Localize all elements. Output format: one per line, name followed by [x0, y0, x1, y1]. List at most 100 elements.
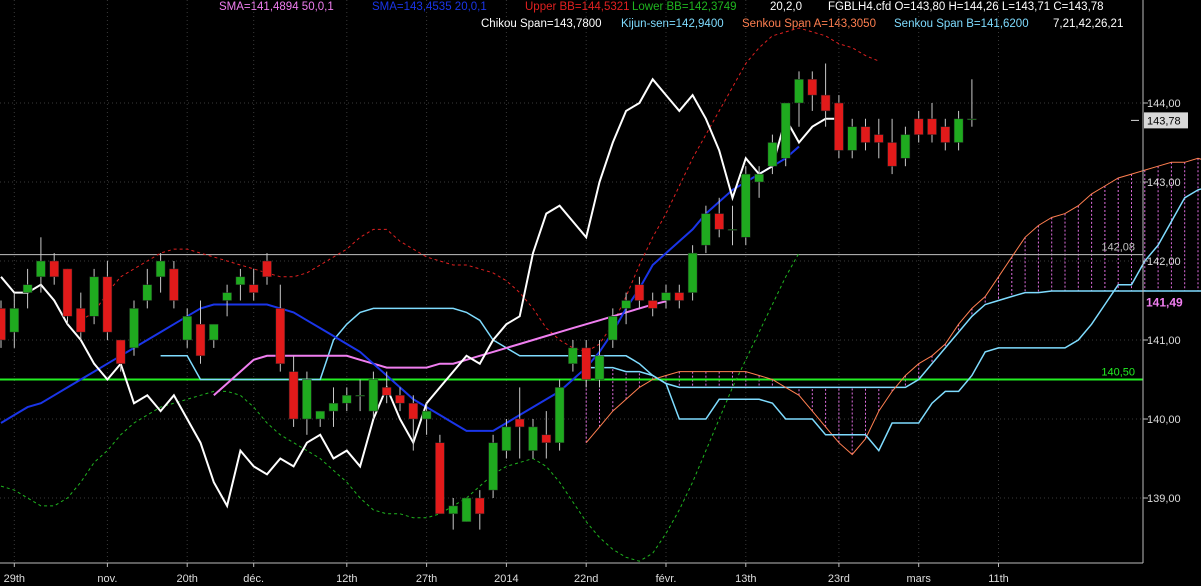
- x-tick-label: 23rd: [828, 573, 850, 585]
- candle-body: [315, 410, 325, 420]
- candle-body: [62, 268, 73, 317]
- y-tick-label: 142,00: [1147, 256, 1181, 268]
- candle-body: [820, 94, 831, 112]
- candle-body: [741, 173, 751, 238]
- price-chart[interactable]: 142,08 140,50 139,00 140,00 141,00 142,00 143…: [0, 0, 1201, 586]
- candle-body: [900, 134, 911, 159]
- y-tick-label: 139,00: [1147, 493, 1181, 505]
- x-tick-label: 11th: [988, 573, 1009, 585]
- x-tick-label: nov.: [97, 573, 117, 585]
- candle-body: [102, 276, 113, 333]
- candle-body: [661, 292, 671, 301]
- ichimoku-cloud: [585, 158, 1199, 455]
- candle-body: [302, 379, 312, 420]
- candle-body: [195, 323, 206, 357]
- candle-body: [701, 213, 711, 246]
- candle-body: [9, 308, 20, 333]
- candle-body: [714, 213, 724, 230]
- y-tick-label: 141,00: [1147, 335, 1181, 347]
- senkou-a-line: [585, 157, 1201, 456]
- candle-body: [754, 173, 764, 183]
- y-tick-label: 140,00: [1147, 414, 1181, 426]
- x-tick-label: 22nd: [574, 573, 598, 585]
- candle-body: [421, 410, 432, 420]
- candle-body: [435, 442, 445, 515]
- candle-body: [76, 308, 86, 333]
- candle-body: [488, 442, 498, 491]
- x-tick-label: 27th: [416, 573, 437, 585]
- candle-body: [674, 292, 685, 301]
- level-label: 140,50: [1101, 367, 1135, 379]
- candle-body: [767, 142, 778, 167]
- candle-body: [528, 426, 538, 451]
- candle-body: [727, 229, 738, 231]
- candle-body: [142, 284, 153, 301]
- indicator-lines: [0, 27, 1201, 562]
- candle-body: [248, 284, 259, 293]
- x-tick-label: 13th: [735, 573, 756, 585]
- candle-body: [554, 387, 565, 443]
- candle-body: [89, 276, 99, 317]
- candle-body: [687, 252, 698, 293]
- candle-body: [608, 316, 618, 341]
- date-axis: 29th nov. 20th déc. 12th 27th 2014 22nd févr. 13t…: [0, 562, 1143, 585]
- candle-body: [49, 260, 59, 278]
- candle-body: [501, 426, 512, 451]
- candle-body: [36, 260, 46, 278]
- y-tick-label: 144,00: [1147, 98, 1181, 110]
- x-tick-label: mars: [906, 573, 931, 585]
- y-tick-label: 143,00: [1147, 177, 1181, 189]
- candle-body: [129, 308, 139, 349]
- sma50-value-label: 141,49: [1146, 295, 1183, 309]
- candle-body: [355, 395, 365, 397]
- candle-body: [22, 284, 33, 293]
- candle-body: [807, 79, 818, 96]
- candle-body: [209, 323, 219, 341]
- chikou-line: [0, 77, 839, 509]
- candle-body: [169, 268, 179, 301]
- candle-body: [395, 395, 405, 404]
- candle-body: [235, 276, 246, 285]
- candle-body: [182, 316, 192, 341]
- candle-body: [408, 402, 419, 420]
- x-tick-label: 2014: [494, 573, 518, 585]
- x-tick-label: 29th: [4, 573, 25, 585]
- candle-body: [860, 126, 871, 143]
- candle-body: [887, 142, 897, 167]
- candle-body: [275, 308, 286, 364]
- candle-body: [368, 379, 379, 412]
- candle-body: [568, 347, 578, 364]
- candle-body: [475, 497, 485, 515]
- candle-body: [621, 300, 631, 309]
- candle-body: [328, 402, 339, 412]
- candle-body: [381, 387, 392, 396]
- candle-body: [0, 308, 6, 341]
- level-label: 142,08: [1101, 242, 1135, 254]
- candle-body: [874, 134, 884, 143]
- candle-body: [448, 505, 458, 515]
- x-tick-label: déc.: [243, 573, 264, 585]
- candle-body: [847, 126, 857, 151]
- candle-body: [794, 79, 804, 104]
- candle-body: [634, 284, 645, 301]
- x-tick-label: févr.: [656, 573, 677, 585]
- candle-body: [461, 497, 472, 522]
- x-tick-label: 20th: [176, 573, 197, 585]
- candle-body: [594, 355, 605, 380]
- candle-body: [953, 118, 964, 143]
- candle-body: [222, 292, 232, 301]
- candle-body: [155, 260, 166, 278]
- last-price-label: 143,78: [1147, 115, 1181, 127]
- candle-body: [940, 126, 951, 143]
- price-axis: 139,00 140,00 141,00 142,00 143,00 144,00 143,…: [1131, 0, 1188, 563]
- candle-body: [581, 347, 591, 380]
- candle-body: [913, 118, 924, 135]
- candle-body: [342, 395, 352, 404]
- candles: [0, 63, 977, 530]
- x-tick-label: 12th: [336, 573, 357, 585]
- candle-body: [115, 339, 126, 364]
- candle-body: [647, 300, 658, 309]
- candle-body: [834, 102, 844, 151]
- candle-body: [967, 118, 977, 121]
- candle-body: [514, 418, 525, 428]
